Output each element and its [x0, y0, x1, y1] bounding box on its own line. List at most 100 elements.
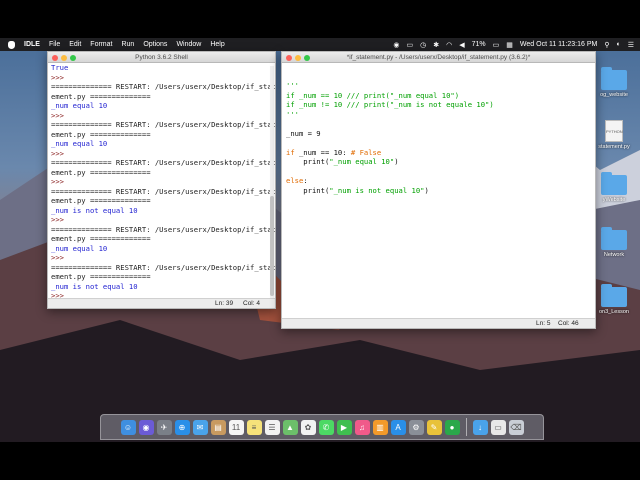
shell-line: >>> [51, 253, 69, 262]
menu-app-name[interactable]: IDLE [24, 41, 40, 48]
menu-options[interactable]: Options [143, 41, 167, 48]
dock: ☺ ◉ ✈ ⊕ ✉ ▤ 11 ≡ ☰ ▲ ✿ ✆ ▶ ♫ ▥ A ⚙ ✎ ● ↓ ▭ ⌫ [100, 414, 544, 440]
documents-icon[interactable]: ▭ [490, 419, 506, 435]
shell-line: _num equal 10 [51, 101, 108, 110]
editor-window[interactable]: *if_statement.py - /Users/userx/Desktop/… [281, 51, 596, 329]
battery-percent[interactable]: 71% [472, 41, 486, 48]
desktop-icon-folder-1[interactable]: og_website [592, 67, 636, 98]
screen: og_website PYTHON statement.py yWebsite … [0, 0, 640, 480]
code-token: _num = 9 [286, 128, 321, 138]
photos-icon[interactable]: ✿ [300, 419, 316, 435]
close-icon[interactable] [52, 54, 58, 61]
notification-center-icon[interactable]: ☰ [628, 41, 634, 49]
idle-icon[interactable]: ✎ [426, 419, 442, 435]
menu-window[interactable]: Window [176, 41, 201, 48]
mail-icon[interactable]: ✉ [192, 419, 208, 435]
volume-icon[interactable]: ◀ [459, 41, 464, 49]
code-token: : [303, 176, 308, 185]
editor-text-area[interactable]: ''' if _num == 10 /// print("_num equal 1… [286, 81, 494, 195]
shell-line: ement.py ============== [51, 272, 151, 281]
menu-run[interactable]: Run [121, 41, 134, 48]
code-line: print("_num equal 10") [286, 157, 494, 167]
shell-line: ============== RESTART: /Users/userx/Des… [51, 262, 276, 272]
contacts-icon[interactable]: ▤ [210, 419, 226, 435]
minimize-icon[interactable] [61, 54, 67, 61]
code-line: if _num == 10 /// print("_num equal 10") [286, 91, 494, 101]
shell-line: ement.py ============== [51, 129, 151, 139]
wifi-icon[interactable]: ◠ [446, 41, 452, 49]
menu-help[interactable]: Help [210, 41, 224, 48]
zoom-icon[interactable] [304, 54, 310, 61]
shell-window[interactable]: Python 3.6.2 Shell True >>> =============… [47, 51, 276, 309]
letterbox-bottom [0, 442, 640, 480]
desktop-icon-folder-2[interactable]: yWebsite [592, 172, 636, 203]
shell-line: ============== RESTART: /Users/userx/Des… [51, 186, 276, 196]
code-token: ) [394, 157, 399, 166]
notes-icon[interactable]: ≡ [246, 419, 262, 435]
messages-icon[interactable]: ✆ [318, 419, 334, 435]
code-line: if _num == 10: # False [286, 148, 494, 158]
shell-line: ============== RESTART: /Users/userx/Des… [51, 120, 276, 129]
desktop-icon-label: statement.py [598, 144, 630, 150]
shell-line: _num is not equal 10 [51, 205, 138, 215]
menu-edit[interactable]: Edit [69, 41, 81, 48]
shell-titlebar[interactable]: Python 3.6.2 Shell [48, 52, 275, 63]
shell-line: ement.py ============== [51, 167, 151, 177]
system-preferences-icon[interactable]: ⚙ [408, 419, 424, 435]
time-machine-icon[interactable]: ◷ [420, 41, 426, 49]
desktop-icon-folder-4[interactable]: on3_Lesson [592, 284, 636, 315]
code-line: ''' [286, 81, 494, 91]
code-token: else [286, 176, 304, 185]
editor-titlebar[interactable]: *if_statement.py - /Users/userx/Desktop/… [282, 52, 595, 63]
minimize-icon[interactable] [295, 54, 301, 61]
siri-icon[interactable]: ◉ [138, 419, 154, 435]
menu-format[interactable]: Format [90, 41, 112, 48]
ibooks-icon[interactable]: ▥ [372, 419, 388, 435]
airplay-icon[interactable]: ▭ [407, 41, 414, 49]
menu-file[interactable]: File [49, 41, 60, 48]
code-line: print("_num is not equal 10") [286, 186, 494, 196]
calendar-icon[interactable]: 11 [228, 419, 244, 435]
shell-line: _num equal 10 [51, 243, 108, 253]
window-controls [286, 54, 310, 61]
code-token: print( [286, 185, 330, 195]
shell-line: ement.py ============== [51, 234, 151, 243]
facetime-icon[interactable]: ▶ [336, 419, 352, 435]
record-icon[interactable]: ◉ [393, 41, 399, 49]
shell-scroll-thumb[interactable] [270, 196, 274, 296]
input-flag-icon[interactable]: ▦ [506, 41, 513, 49]
shell-output[interactable]: True >>> ============== RESTART: /Users/u… [51, 63, 276, 301]
chrome-icon[interactable]: ● [444, 419, 460, 435]
user-icon[interactable]: ◐ [616, 41, 620, 48]
launchpad-icon[interactable]: ✈ [156, 419, 172, 435]
maps-icon[interactable]: ▲ [282, 419, 298, 435]
finder-icon[interactable]: ☺ [120, 419, 136, 435]
apple-icon[interactable] [8, 40, 15, 49]
itunes-icon[interactable]: ♫ [354, 419, 370, 435]
battery-icon[interactable]: ▭ [493, 41, 500, 49]
shell-title: Python 3.6.2 Shell [135, 54, 188, 61]
menu-bar: IDLE File Edit Format Run Options Window… [0, 38, 640, 51]
shell-status-col: Col: 4 [243, 300, 260, 307]
spotlight-icon[interactable]: ⚲ [604, 41, 609, 49]
zoom-icon[interactable] [70, 54, 76, 61]
trash-icon[interactable]: ⌫ [508, 419, 524, 435]
letterbox-top [0, 0, 640, 38]
desktop-icon-python-file[interactable]: PYTHON statement.py [592, 120, 636, 150]
shell-line: >>> [51, 148, 69, 158]
appstore-icon[interactable]: A [390, 419, 406, 435]
downloads-icon[interactable]: ↓ [472, 419, 488, 435]
safari-icon[interactable]: ⊕ [174, 419, 190, 435]
bluetooth-icon[interactable]: ✱ [433, 41, 439, 49]
desktop-icon-folder-3[interactable]: Network [592, 227, 636, 258]
editor-status-col: Col: 46 [558, 320, 579, 327]
close-icon[interactable] [286, 54, 292, 61]
shell-line: >>> [51, 72, 69, 82]
reminders-icon[interactable]: ☰ [264, 419, 280, 435]
editor-statusbar: Ln: 5 Col: 46 [282, 318, 595, 328]
shell-scrollbar[interactable] [270, 66, 274, 302]
code-token: ''' [286, 81, 299, 90]
code-line: else: [286, 176, 494, 186]
clock[interactable]: Wed Oct 11 11:23:16 PM [520, 41, 597, 48]
editor-title: *if_statement.py - /Users/userx/Desktop/… [346, 54, 531, 61]
